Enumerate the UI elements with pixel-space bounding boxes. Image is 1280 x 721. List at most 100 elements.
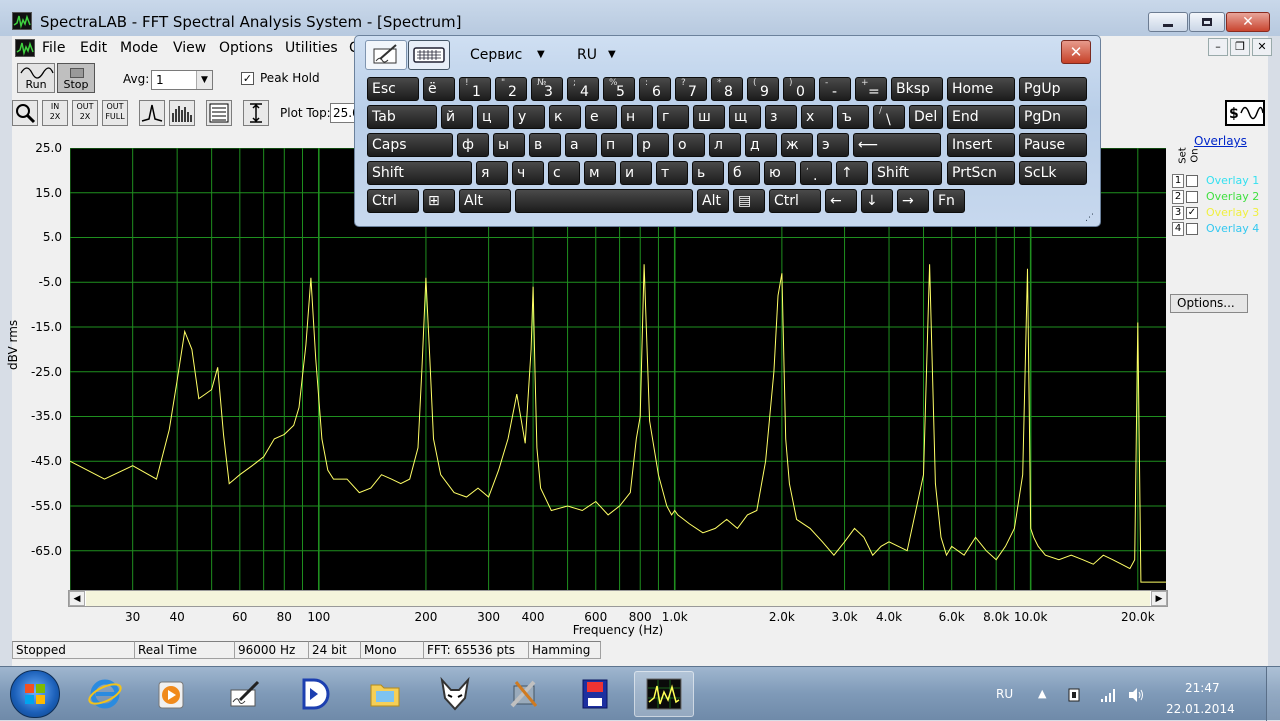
menu-utilities[interactable]: Utilities [285, 40, 338, 56]
title-bar[interactable]: SpectraLAB - FFT Spectral Analysis Syste… [0, 0, 1280, 36]
key-arrow-up[interactable]: ↑ [836, 161, 868, 185]
key[interactable]: г [657, 105, 689, 129]
tray-language-indicator[interactable]: RU [996, 687, 1013, 701]
key[interactable]: ж [781, 133, 813, 157]
key[interactable]: ё [423, 77, 455, 101]
key[interactable]: х [801, 105, 833, 129]
osk-keyboard-button[interactable] [408, 40, 450, 70]
overlays-title[interactable]: Overlays [1194, 134, 1247, 148]
taskbar-media-player[interactable] [141, 671, 201, 717]
key[interactable]: с [548, 161, 580, 185]
zoom-button[interactable] [12, 100, 38, 126]
osk-service-menu[interactable]: Сервис [470, 47, 522, 63]
overlay-set-number[interactable]: 2 [1172, 190, 1184, 204]
key-home[interactable]: Home [947, 77, 1015, 101]
key-caps-lock[interactable]: Caps [367, 133, 453, 157]
key-arrow-right[interactable]: → [897, 189, 929, 213]
scrollbar-thumb[interactable] [86, 591, 1150, 606]
key[interactable]: з [765, 105, 797, 129]
tray-usb-icon[interactable] [1066, 687, 1084, 703]
osk-handwriting-button[interactable] [365, 40, 407, 70]
key-scroll-lock[interactable]: ScLk [1019, 161, 1087, 185]
key[interactable]: е [585, 105, 617, 129]
menu-options[interactable]: Options [219, 40, 273, 56]
key[interactable]: " 2 [495, 77, 527, 101]
key[interactable]: % 5 [603, 77, 635, 101]
key[interactable]: ,. [800, 161, 832, 185]
key-insert[interactable]: Insert [947, 133, 1015, 157]
key[interactable]: ; 4 [567, 77, 599, 101]
key[interactable]: р [637, 133, 669, 157]
taskbar-save-app[interactable] [565, 671, 625, 717]
overlay-on-checkbox[interactable] [1186, 223, 1198, 235]
bar-plot-button[interactable] [169, 100, 195, 126]
key[interactable]: м [584, 161, 616, 185]
peak-hold-checkbox[interactable]: ✓ [241, 72, 254, 85]
scope-mode-button[interactable]: $ [1225, 100, 1265, 126]
taskbar-file-explorer[interactable] [355, 671, 415, 717]
taskbar-daemon-tools[interactable] [284, 671, 344, 717]
run-button[interactable]: Run [17, 63, 55, 93]
key[interactable]: * 8 [711, 77, 743, 101]
overlay-on-checkbox[interactable] [1186, 191, 1198, 203]
resize-grip-icon[interactable]: ⋰ [1085, 213, 1094, 223]
mdi-minimize-button[interactable]: – [1208, 38, 1228, 56]
key[interactable]: д [745, 133, 777, 157]
key[interactable]: б [728, 161, 760, 185]
overlay-on-checkbox[interactable] [1186, 175, 1198, 187]
avg-select[interactable]: 1 ▼ [151, 70, 213, 90]
clock-time[interactable]: 21:47 [1185, 681, 1220, 695]
key-print-screen[interactable]: PrtScn [947, 161, 1015, 185]
key[interactable]: й [441, 105, 473, 129]
key[interactable]: -- [819, 77, 851, 101]
osk-close-button[interactable]: ✕ [1061, 40, 1091, 64]
key-ctrl[interactable]: Ctrl [769, 189, 821, 213]
key-page-down[interactable]: PgDn [1019, 105, 1087, 129]
show-desktop-button[interactable] [1266, 667, 1280, 721]
tray-expand-icon[interactable]: ▲ [1038, 687, 1046, 700]
zoom-in-2x-button[interactable]: IN 2X [42, 100, 68, 126]
key[interactable]: ? 7 [675, 77, 707, 101]
key[interactable]: / \ [873, 105, 905, 129]
overlay-set-number[interactable]: 1 [1172, 174, 1184, 188]
key[interactable]: ф [457, 133, 489, 157]
zoom-out-2x-button[interactable]: OUT 2X [72, 100, 98, 126]
key[interactable]: у [513, 105, 545, 129]
document-icon[interactable] [15, 39, 35, 57]
clock-date[interactable]: 22.01.2014 [1166, 702, 1235, 716]
key[interactable]: о [673, 133, 705, 157]
menu-view[interactable]: View [173, 40, 206, 56]
key-tab[interactable]: Tab [367, 105, 437, 129]
frequency-scrollbar[interactable]: ◀ ▶ [68, 590, 1168, 607]
key[interactable]: в [529, 133, 561, 157]
key[interactable]: ь [692, 161, 724, 185]
key[interactable]: л [709, 133, 741, 157]
key[interactable]: и [620, 161, 652, 185]
key[interactable]: щ [729, 105, 761, 129]
maximize-button[interactable] [1189, 12, 1225, 32]
key-alt[interactable]: Alt [697, 189, 729, 213]
key-shift[interactable]: Shift [872, 161, 942, 185]
menu-file[interactable]: File [42, 40, 65, 56]
tray-volume-icon[interactable] [1127, 687, 1145, 703]
key[interactable]: ) 0 [783, 77, 815, 101]
key[interactable]: ш [693, 105, 725, 129]
taskbar-internet-explorer[interactable] [75, 671, 135, 717]
key[interactable]: ч [512, 161, 544, 185]
osk-language-menu[interactable]: RU [577, 47, 597, 63]
chevron-down-icon[interactable]: ▼ [196, 71, 212, 89]
key[interactable]: п [601, 133, 633, 157]
taskbar-spectralab[interactable] [634, 671, 694, 717]
chevron-down-icon[interactable]: ▼ [537, 49, 545, 60]
key[interactable]: н [621, 105, 653, 129]
key[interactable]: а [565, 133, 597, 157]
tray-network-icon[interactable] [1099, 687, 1117, 703]
key-enter[interactable]: ⟵ [853, 133, 941, 157]
minimize-button[interactable] [1148, 12, 1188, 32]
key[interactable]: + = [855, 77, 887, 101]
key-space[interactable] [515, 189, 693, 213]
key-esc[interactable]: Esc [367, 77, 419, 101]
key-pause[interactable]: Pause [1019, 133, 1087, 157]
key-end[interactable]: End [947, 105, 1015, 129]
key[interactable]: к [549, 105, 581, 129]
